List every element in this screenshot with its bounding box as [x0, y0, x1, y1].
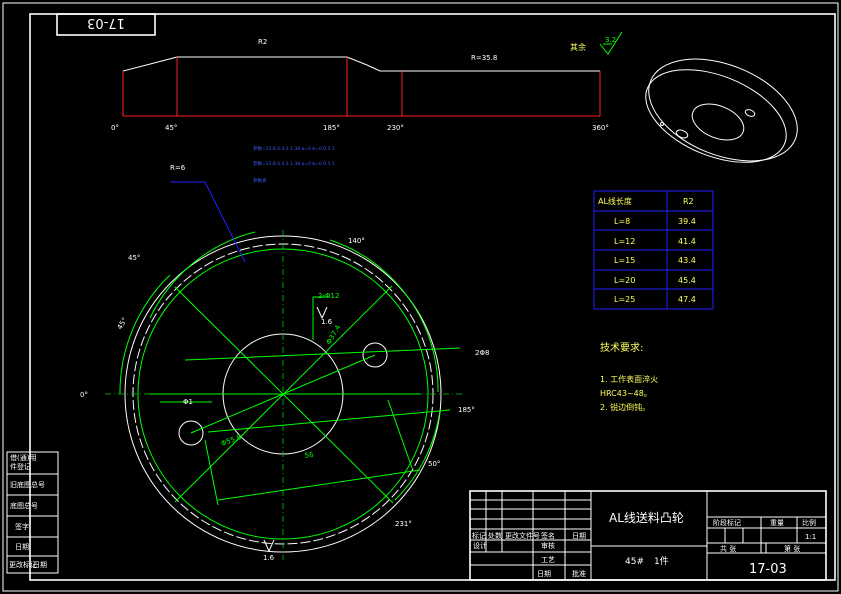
roughness-symbol: 3.2 其余: [570, 31, 623, 55]
table-row-5-l: L=25: [614, 295, 635, 304]
x-tick-230: 230°: [387, 124, 404, 132]
tb-label-mark: 标记: [472, 531, 486, 540]
x-tick-45: 45°: [165, 124, 177, 132]
tech-requirements: 技术要求: 1. 工作表面淬火 HRC43~48。 2. 锐边倒钝。: [600, 341, 658, 412]
r2-table: AL线长度 R2 L=8 39.4 L=12 41.4 L=15 43.4 L=…: [593, 190, 714, 310]
strip-label-1: 借(通)用: [10, 453, 36, 462]
table-header-length: AL线长度: [598, 196, 632, 206]
tb-label-date2: 日期: [537, 570, 551, 578]
cad-drawing: 17-03 R2 R=35.8 0° 45° 185° 230° 360° 3.…: [2, 2, 839, 592]
tb-scale-value: 1:1: [805, 533, 816, 541]
angle-140: 140°: [348, 237, 365, 245]
angle-45-upper: 45°: [128, 254, 140, 262]
tb-label-approve: 批准: [572, 569, 586, 578]
tech-item-2: HRC43~48。: [600, 389, 652, 398]
drawing-number: 17-03: [749, 562, 787, 577]
strip-label-4: 底图总号: [10, 501, 38, 510]
table-row-4-l: L=20: [614, 276, 635, 285]
strip-label-5: 签字: [15, 522, 29, 531]
profile-r2-label: R2: [258, 38, 267, 46]
quantity: 1件: [654, 555, 669, 567]
tb-label-design: 设计: [473, 541, 487, 550]
table-row-2-l: L=12: [614, 237, 635, 246]
angle-45-left: 45°: [116, 316, 129, 331]
tech-item-1: 1. 工作表面淬火: [600, 374, 658, 384]
dim-phi37: Φ37.4: [325, 323, 343, 346]
tb-label-review: 审核: [541, 541, 555, 550]
dim-phi1: Φ1: [183, 398, 193, 406]
table-row-3-r: 43.4: [678, 256, 696, 265]
blue-note-3: 参数表: [253, 177, 267, 184]
part-name: AL线送料凸轮: [609, 510, 684, 525]
tech-item-3: 2. 锐边倒钝。: [600, 402, 650, 412]
left-strip: 借(通)用 件登记 旧底图总号 底图总号 签字 日期 更改标记 日期: [6, 451, 59, 574]
dim-2phi8: 2Φ8: [475, 349, 489, 357]
roughness-label-top: 1.6: [321, 318, 333, 326]
tb-scale-label: 比例: [802, 518, 816, 527]
tb-label-process: 工艺: [541, 556, 555, 564]
x-tick-0: 0°: [111, 124, 119, 132]
material: 45#: [625, 557, 644, 567]
angle-185: 185°: [458, 406, 475, 414]
angle-231: 231°: [395, 520, 412, 528]
strip-label-8: 日期: [33, 561, 47, 569]
dim-r6: R=6: [170, 164, 186, 172]
roughness-note: 其余: [570, 42, 586, 52]
table-row-5-r: 47.4: [678, 295, 696, 304]
table-row-4-r: 45.4: [678, 276, 696, 285]
main-cam-view: 45° 45° 0° 140° 185° 50° 231° R=6 2-Φ12 …: [80, 164, 489, 562]
strip-label-2: 件登记: [10, 462, 31, 471]
table-header-r2: R2: [683, 197, 694, 206]
isometric-view: [645, 58, 798, 163]
angle-0: 0°: [80, 391, 88, 399]
angle-50: 50°: [428, 460, 440, 468]
tb-stage-label: 阶段标记: [713, 518, 741, 527]
cam-profile: R2 R=35.8 0° 45° 185° 230° 360°: [111, 38, 609, 132]
strip-label-6: 日期: [15, 543, 29, 551]
tb-sheets-total: 共 张: [720, 544, 736, 553]
title-block: 标记 处数 更改文件号 签名 日期 设计 审核 工艺 日期 批准 AL线送料凸轮…: [469, 490, 827, 581]
tb-label-date: 日期: [572, 532, 586, 540]
table-row-2-r: 41.4: [678, 237, 696, 246]
table-row-1-l: L=8: [614, 217, 630, 226]
blue-note-1: 参数=15.8 0.4 3 1.38 a=0 b=0 0.5 1: [253, 145, 335, 152]
x-tick-360: 360°: [592, 124, 609, 132]
tech-heading: 技术要求:: [600, 341, 643, 354]
strip-label-3: 旧底图总号: [10, 480, 45, 489]
dim-56: 56: [304, 451, 314, 460]
table-row-3-l: L=15: [614, 256, 635, 265]
profile-r-label: R=35.8: [471, 54, 497, 62]
blue-note-2: 参数=15.8 0.4 3 1.38 a=0 b=0 0.5 1: [253, 160, 335, 167]
tb-weight-label: 重量: [770, 519, 784, 527]
title-tag: 17-03: [87, 15, 125, 30]
tb-label-change: 更改文件号: [505, 531, 540, 540]
tb-label-sign: 签名: [541, 531, 555, 540]
roughness-value: 3.2: [605, 36, 616, 44]
dim-2-phi12: 2-Φ12: [318, 292, 339, 300]
x-tick-185: 185°: [323, 124, 340, 132]
tb-label-count: 处数: [488, 531, 502, 540]
table-row-1-r: 39.4: [678, 217, 696, 226]
tb-sheet-no: 第 张: [784, 544, 800, 553]
roughness-label-bottom: 1.6: [263, 554, 275, 562]
